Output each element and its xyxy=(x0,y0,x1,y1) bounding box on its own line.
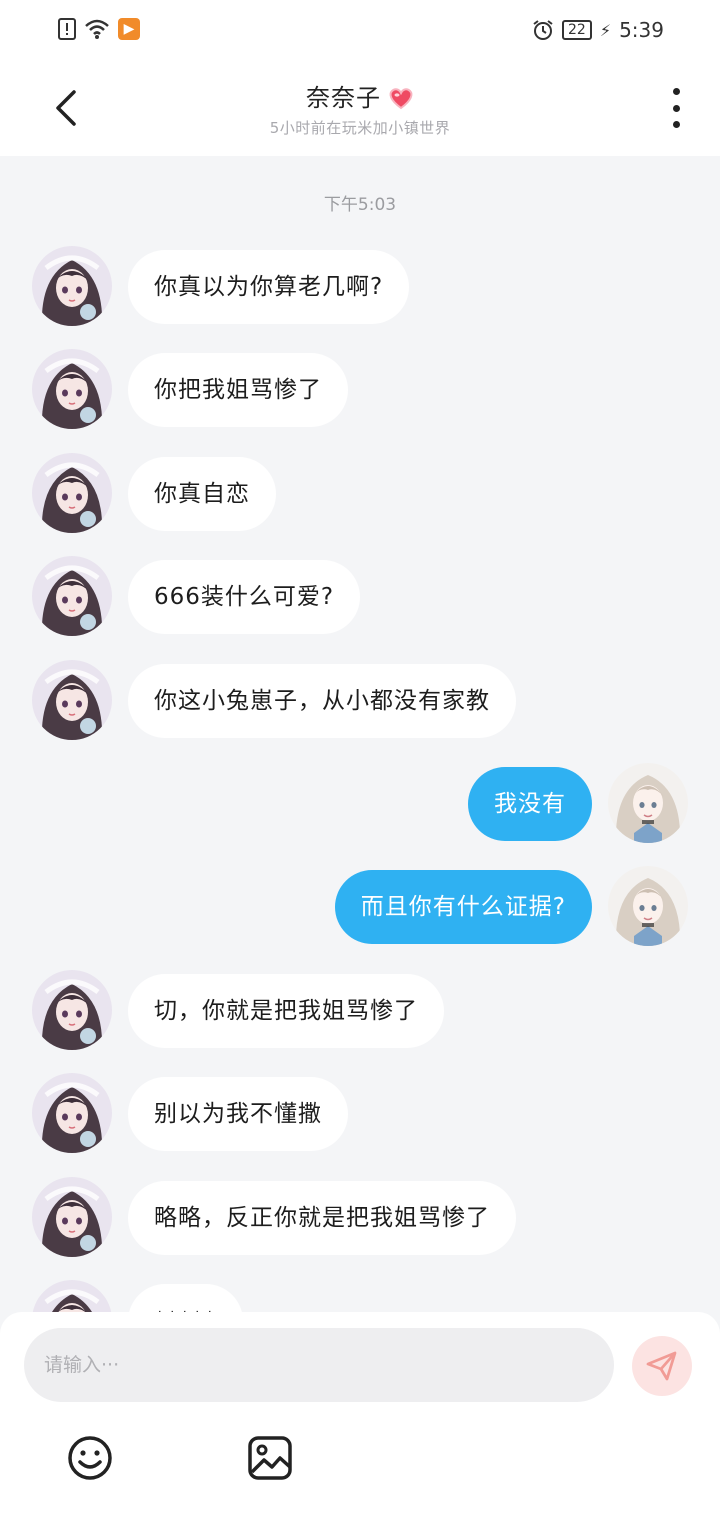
contact-avatar[interactable] xyxy=(32,1073,112,1153)
contact-avatar[interactable] xyxy=(32,246,112,326)
message-row-left: 你真以为你算老几啊? xyxy=(0,244,720,328)
message-row-right: 我没有 xyxy=(0,761,720,845)
contact-avatar[interactable] xyxy=(32,1280,112,1312)
chat-message-list[interactable]: 下午5:03 你真以为你算老几啊? 你把我姐骂惨了 你真自恋 666装什么可爱? 你这小… xyxy=(0,156,720,1312)
status-left-icons: ▶ xyxy=(58,18,140,40)
message-input-wrapper[interactable] xyxy=(24,1328,614,1402)
sent-message-bubble[interactable]: 而且你有什么证据? xyxy=(334,870,592,944)
received-message-bubble[interactable]: 别以为我不懂撒 xyxy=(128,1077,348,1151)
emoji-icon[interactable] xyxy=(66,1434,114,1482)
battery-indicator: 22 xyxy=(562,20,592,40)
charging-icon: ⚡ xyxy=(599,20,612,40)
heart-icon xyxy=(389,88,413,110)
sent-message-bubble[interactable]: 我没有 xyxy=(468,767,592,841)
contact-status: 5小时前在玩米加小镇世界 xyxy=(269,119,451,137)
wifi-icon xyxy=(85,19,109,39)
message-row-right: 而且你有什么证据? xyxy=(0,864,720,948)
status-bar: ▶ 22 ⚡ 5:39 xyxy=(0,0,720,62)
received-message-bubble[interactable]: 666装什么可爱? xyxy=(128,560,361,634)
received-message-bubble[interactable]: 你真自恋 xyxy=(128,457,276,531)
header-title-block: 奈奈子 5小时前在玩米加小镇世界 xyxy=(0,78,720,138)
user-avatar[interactable] xyxy=(608,763,688,843)
app-notification-icon: ▶ xyxy=(118,18,140,40)
message-row-left: 你真自恋 xyxy=(0,451,720,535)
message-input[interactable] xyxy=(24,1328,614,1402)
received-message-bubble[interactable]: 你真以为你算老几啊? xyxy=(128,250,410,324)
received-message-bubble[interactable]: 你把我姐骂惨了 xyxy=(128,353,348,427)
received-message-bubble[interactable]: ***** xyxy=(128,1284,243,1312)
message-row-left: 你把我姐骂惨了 xyxy=(0,347,720,431)
more-options-icon[interactable] xyxy=(666,88,686,128)
message-row-left: 略略，反正你就是把我姐骂惨了 xyxy=(0,1175,720,1259)
contact-avatar[interactable] xyxy=(32,349,112,429)
status-right-icons: 22 ⚡ 5:39 xyxy=(532,18,664,42)
user-avatar[interactable] xyxy=(608,866,688,946)
received-message-bubble[interactable]: 你这小兔崽子，从小都没有家教 xyxy=(128,664,516,738)
message-row-left: 你这小兔崽子，从小都没有家教 xyxy=(0,658,720,742)
chat-header: 奈奈子 5小时前在玩米加小镇世界 xyxy=(0,62,720,156)
alert-icon xyxy=(58,18,76,40)
contact-avatar[interactable] xyxy=(32,660,112,740)
send-button[interactable] xyxy=(632,1336,692,1396)
contact-avatar[interactable] xyxy=(32,1177,112,1257)
received-message-bubble[interactable]: 切，你就是把我姐骂惨了 xyxy=(128,974,444,1048)
message-row-left: 切，你就是把我姐骂惨了 xyxy=(0,968,720,1052)
contact-avatar[interactable] xyxy=(32,453,112,533)
image-icon[interactable] xyxy=(246,1434,294,1482)
clock-time: 5:39 xyxy=(619,18,664,42)
received-message-bubble[interactable]: 略略，反正你就是把我姐骂惨了 xyxy=(128,1181,516,1255)
message-row-left: 666装什么可爱? xyxy=(0,554,720,638)
alarm-icon xyxy=(533,20,553,40)
contact-avatar[interactable] xyxy=(32,970,112,1050)
send-icon xyxy=(646,1351,677,1381)
message-timestamp: 下午5:03 xyxy=(323,195,397,215)
message-row-left: ***** xyxy=(0,1278,720,1312)
contact-avatar[interactable] xyxy=(32,556,112,636)
contact-name: 奈奈子 xyxy=(305,84,381,112)
input-bar xyxy=(0,1312,720,1520)
message-row-left: 别以为我不懂撒 xyxy=(0,1071,720,1155)
